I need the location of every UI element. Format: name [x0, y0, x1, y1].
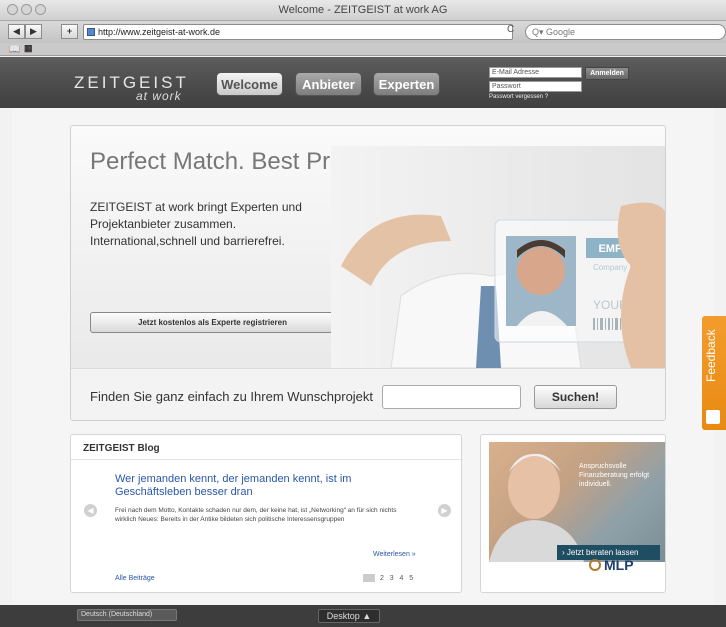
add-bookmark-button[interactable]: +: [61, 24, 78, 39]
desktop-label: Desktop: [326, 611, 360, 621]
bookmarks-bar: 📖 ▦: [0, 43, 726, 56]
back-button[interactable]: ◀: [8, 24, 25, 39]
window-title: Welcome - ZEITGEIST at work AG: [278, 4, 448, 16]
top-sites-grid-icon[interactable]: ▦: [24, 43, 33, 54]
ad-portrait: [489, 453, 584, 562]
project-search-strip: Finden Sie ganz einfach zu Ihrem Wunschp…: [71, 368, 665, 420]
login-button[interactable]: Anmelden: [585, 67, 629, 80]
nav-welcome[interactable]: Welcome: [216, 72, 283, 96]
site-favicon-icon: [87, 28, 95, 36]
chevron-right-icon: ▶: [441, 506, 448, 515]
language-select[interactable]: Deutsch (Deutschland): [77, 609, 177, 621]
triangle-up-icon: ▲: [362, 611, 372, 621]
blog-prev-button[interactable]: ◀: [84, 504, 97, 517]
search-label: Finden Sie ganz einfach zu Ihrem Wunschp…: [90, 389, 374, 404]
ad-image: [489, 442, 665, 562]
register-expert-button[interactable]: Jetzt kostenlos als Experte registrieren: [90, 312, 335, 333]
chevron-left-icon: ◀: [87, 506, 94, 515]
forward-button[interactable]: ▶: [25, 24, 42, 39]
blog-pagination: 2 3 4 5: [363, 574, 413, 582]
title-bar: Welcome - ZEITGEIST at work AG: [0, 0, 726, 21]
search-field[interactable]: Q▾ Google: [525, 24, 726, 40]
blog-heading: ZEITGEIST Blog: [71, 435, 463, 460]
desktop-toggle[interactable]: Desktop ▲: [318, 609, 380, 623]
reload-icon[interactable]: C: [507, 24, 514, 35]
page-1-indicator[interactable]: [363, 574, 375, 582]
status-bar: Deutsch (Deutschland) Desktop ▲: [0, 605, 726, 627]
plus-icon: +: [66, 26, 73, 36]
password-field[interactable]: Passwort: [489, 81, 582, 92]
mlp-brand: MLP: [604, 557, 634, 573]
page-5-link[interactable]: 5: [409, 575, 413, 582]
browser-toolbar: ◀ ▶ + http://www.zeitgeist-at-work.de C …: [0, 21, 726, 43]
bookmarks-book-icon[interactable]: 📖: [9, 44, 20, 55]
search-button[interactable]: Suchen!: [534, 385, 617, 409]
blog-post-title[interactable]: Wer jemanden kennt, der jemanden kennt, …: [115, 473, 385, 499]
site-logo-sub: at work: [136, 89, 182, 103]
ad-text: Anspruchsvolle Finanzberatung erfolgt in…: [579, 463, 650, 488]
page-2-link[interactable]: 2: [380, 575, 384, 582]
project-search-input[interactable]: [382, 385, 521, 409]
mlp-logo: MLP: [589, 557, 634, 573]
hero-panel: Perfect Match. Best Project. ZEITGEIST a…: [70, 125, 666, 421]
mlp-advertisement[interactable]: Anspruchsvolle Finanzberatung erfolgt in…: [480, 434, 666, 593]
email-field[interactable]: E-Mail Adresse: [489, 67, 582, 78]
blog-next-button[interactable]: ▶: [438, 504, 451, 517]
browser-window: Welcome - ZEITGEIST at work AG ◀ ▶ + htt…: [0, 0, 726, 627]
site-header: ZEITGEIST at work: [0, 57, 726, 108]
address-url: http://www.zeitgeist-at-work.de: [98, 27, 221, 37]
hero-photo: EMPLOYEE Company Inc. YOUR NAME: [331, 146, 665, 368]
forward-arrow-icon: ▶: [30, 26, 37, 36]
page-3-link[interactable]: 3: [390, 575, 394, 582]
blog-post-body: Frei nach dem Motto, Kontakte schaden nu…: [115, 507, 397, 523]
page-4-link[interactable]: 4: [399, 575, 403, 582]
read-more-link[interactable]: Weiterlesen »: [373, 551, 416, 558]
nav-experten[interactable]: Experten: [373, 72, 440, 96]
thumbs-up-icon: [706, 410, 720, 424]
blog-panel: ZEITGEIST Blog ◀ ▶ Wer jemanden kennt, d…: [70, 434, 463, 593]
hero-text: ZEITGEIST at work bringt Experten und Pr…: [90, 200, 302, 248]
forgot-password-link[interactable]: Passwort vergessen ?: [489, 94, 548, 100]
address-bar[interactable]: http://www.zeitgeist-at-work.de: [83, 24, 513, 40]
feedback-label: Feedback: [704, 329, 718, 382]
back-arrow-icon: ◀: [13, 26, 20, 36]
feedback-tab[interactable]: Feedback: [702, 316, 726, 430]
mlp-logo-icon: [589, 559, 601, 571]
nav-anbieter[interactable]: Anbieter: [295, 72, 362, 96]
all-posts-link[interactable]: Alle Beiträge: [115, 575, 155, 582]
